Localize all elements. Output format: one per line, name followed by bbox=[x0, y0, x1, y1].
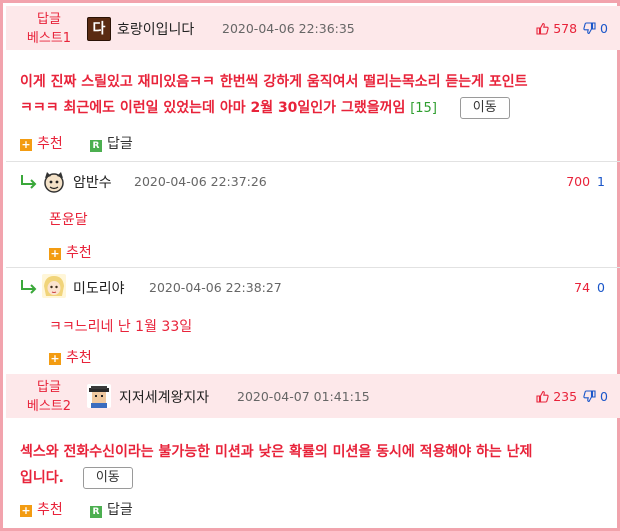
badge-line2: 베스트2 bbox=[26, 399, 72, 414]
vote-counts: 700 1 bbox=[566, 174, 605, 189]
avatar-letter: 다 bbox=[92, 21, 106, 37]
recommend-label: 추천 bbox=[37, 136, 63, 152]
comment-text-line: 이게 진짜 스릴있고 재미있음ㅋㅋ 한번씩 강하게 움직여서 떨리는목소리 듣는… bbox=[20, 74, 528, 90]
reply-text: ㅋㅋ느리네 난 1월 33일 bbox=[49, 319, 193, 335]
reply-r-icon: R bbox=[90, 140, 102, 152]
reply-button[interactable]: R 답글 bbox=[90, 499, 133, 519]
badge-line1: 답글 bbox=[37, 380, 61, 395]
avatar[interactable] bbox=[42, 274, 66, 298]
divider bbox=[6, 267, 620, 268]
recommend-button[interactable]: + 추천 bbox=[20, 499, 63, 519]
comment-body: 섹스와 전화수신이라는 불가능한 미션과 낮은 확률의 미션을 동시에 적용해야… bbox=[20, 439, 532, 491]
vote-counts: 74 0 bbox=[574, 280, 605, 295]
divider bbox=[6, 161, 620, 162]
badge-line2: 베스트1 bbox=[26, 31, 72, 46]
plus-icon: + bbox=[49, 247, 61, 260]
comment-body: 이게 진짜 스릴있고 재미있음ㅋㅋ 한번씩 강하게 움직여서 떨리는목소리 듣는… bbox=[20, 69, 528, 122]
thumb-down-icon[interactable] bbox=[583, 390, 596, 406]
comment-date: 2020-04-06 22:36:35 bbox=[222, 21, 355, 36]
thumb-down-icon[interactable] bbox=[583, 22, 596, 38]
recommend-label: 추천 bbox=[66, 245, 92, 261]
reply-arrow-icon bbox=[21, 175, 37, 189]
recommend-button[interactable]: + 추천 bbox=[49, 347, 92, 367]
thumb-up-icon[interactable] bbox=[536, 22, 549, 38]
avatar[interactable]: 다 bbox=[87, 17, 111, 41]
plus-icon: + bbox=[49, 352, 61, 365]
best-comment-1-header: 답글 베스트1 다 호랑이입니다 2020-04-06 22:36:35 578… bbox=[6, 6, 620, 50]
vote-counts: 578 0 bbox=[536, 21, 608, 38]
best-badge: 답글 베스트1 bbox=[6, 10, 92, 48]
recommend-button[interactable]: + 추천 bbox=[20, 133, 63, 153]
reply-text: 폰윤달 bbox=[49, 212, 88, 228]
move-button[interactable]: 이동 bbox=[82, 467, 133, 489]
reply-button[interactable]: R 답글 bbox=[90, 133, 133, 153]
upvote-count: 578 bbox=[553, 21, 578, 36]
plus-icon: + bbox=[20, 138, 32, 151]
vote-counts: 235 0 bbox=[536, 389, 608, 406]
best-badge: 답글 베스트2 bbox=[6, 378, 92, 416]
recommend-label: 추천 bbox=[37, 502, 63, 518]
reply-arrow-icon bbox=[21, 280, 37, 294]
recommend-label: 추천 bbox=[66, 350, 92, 366]
reply-count[interactable]: [15] bbox=[410, 101, 437, 116]
comment-text-line: 섹스와 전화수신이라는 불가능한 미션과 낮은 확률의 미션을 동시에 적용해야… bbox=[20, 444, 533, 460]
avatar[interactable] bbox=[87, 384, 111, 408]
downvote-count: 0 bbox=[600, 21, 608, 36]
downvote-count: 1 bbox=[597, 174, 605, 189]
comment-text-line: 입니다. bbox=[20, 470, 64, 486]
author-nick[interactable]: 지저세계왕지자 bbox=[119, 387, 209, 407]
author-nick[interactable]: 미도리야 bbox=[73, 278, 125, 298]
avatar[interactable] bbox=[42, 170, 66, 194]
upvote-count: 235 bbox=[553, 389, 578, 404]
comment-date: 2020-04-06 22:38:27 bbox=[149, 280, 282, 295]
upvote-count: 74 bbox=[574, 280, 591, 295]
thumb-up-icon[interactable] bbox=[536, 390, 549, 406]
downvote-count: 0 bbox=[597, 280, 605, 295]
upvote-count: 700 bbox=[566, 174, 591, 189]
author-nick[interactable]: 암반수 bbox=[73, 172, 112, 192]
comment-text-line: ㅋㅋㅋ 최근에도 이런일 있었는데 아마 2월 30일인가 그랬을꺼임 bbox=[20, 100, 406, 116]
recommend-button[interactable]: + 추천 bbox=[49, 242, 92, 262]
badge-line1: 답글 bbox=[37, 12, 61, 27]
reply-r-icon: R bbox=[90, 506, 102, 518]
reply-label: 답글 bbox=[107, 136, 133, 152]
comment-date: 2020-04-07 01:41:15 bbox=[237, 389, 370, 404]
move-button[interactable]: 이동 bbox=[459, 97, 510, 119]
author-nick[interactable]: 호랑이입니다 bbox=[117, 19, 194, 39]
comment-panel: 답글 베스트1 다 호랑이입니다 2020-04-06 22:36:35 578… bbox=[0, 0, 620, 531]
best-comment-2-header: 답글 베스트2 지저세계왕지자 2020-04-07 01:41:15 235 … bbox=[6, 374, 620, 418]
plus-icon: + bbox=[20, 504, 32, 517]
downvote-count: 0 bbox=[600, 389, 608, 404]
comment-date: 2020-04-06 22:37:26 bbox=[134, 174, 267, 189]
reply-label: 답글 bbox=[107, 502, 133, 518]
